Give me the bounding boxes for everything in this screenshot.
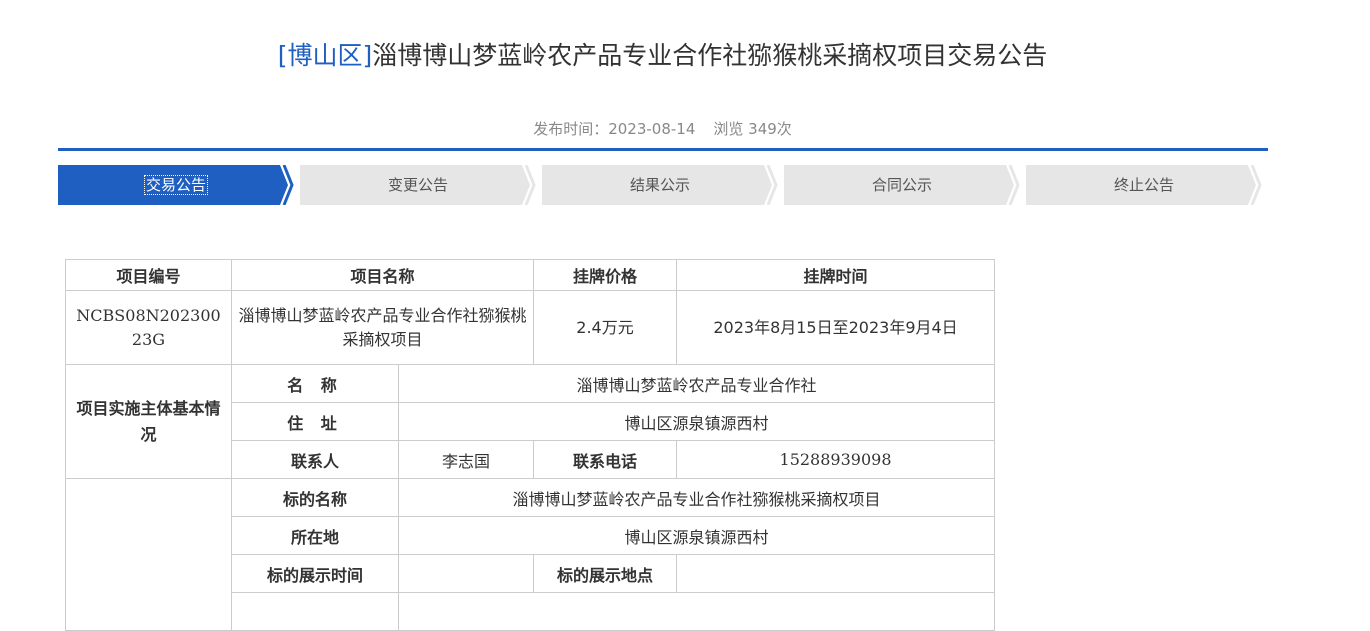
announcement-title: 淄博博山梦蓝岭农产品专业合作社猕猴桃采摘权项目交易公告 bbox=[372, 41, 1048, 70]
target-location-label: 所在地 bbox=[231, 516, 399, 555]
table-cell bbox=[231, 592, 399, 631]
entity-address: 博山区源泉镇源西村 bbox=[397, 402, 996, 441]
table-cell bbox=[397, 592, 996, 631]
table-row: 项目实施主体基本情况 名 称 淄博博山梦蓝岭农产品专业合作社 bbox=[65, 364, 996, 479]
table-header-row: 项目编号 项目名称 挂牌价格 挂牌时间 bbox=[65, 259, 996, 291]
target-section-label bbox=[65, 478, 232, 631]
step-label: 终止公告 bbox=[1113, 176, 1174, 194]
header-list-time: 挂牌时间 bbox=[676, 259, 996, 291]
step-tab-contract-notice[interactable]: 合同公示 bbox=[784, 165, 1020, 205]
step-tab-change-notice[interactable]: 变更公告 bbox=[300, 165, 536, 205]
step-tab-result-notice[interactable]: 结果公示 bbox=[542, 165, 778, 205]
show-place-label: 标的展示地点 bbox=[533, 554, 678, 593]
project-name: 淄博博山梦蓝岭农产品专业合作社猕猴桃采摘权项目 bbox=[230, 290, 535, 365]
table-row: NCBS08N20230023G 淄博博山梦蓝岭农产品专业合作社猕猴桃采摘权项目… bbox=[65, 290, 996, 365]
header-project-name: 项目名称 bbox=[230, 259, 535, 291]
target-name-label: 标的名称 bbox=[231, 478, 399, 517]
step-label: 交易公告 bbox=[143, 175, 209, 195]
entity-name: 淄博博山梦蓝岭农产品专业合作社 bbox=[397, 364, 996, 403]
entity-address-label: 住 址 bbox=[231, 402, 399, 441]
step-tab-termination-notice[interactable]: 终止公告 bbox=[1026, 165, 1262, 205]
target-location: 博山区源泉镇源西村 bbox=[397, 516, 996, 555]
list-time: 2023年8月15日至2023年9月4日 bbox=[676, 290, 996, 365]
show-time-label: 标的展示时间 bbox=[231, 554, 399, 593]
entity-name-label: 名 称 bbox=[231, 364, 399, 403]
show-place bbox=[676, 554, 996, 593]
contact-name: 李志国 bbox=[397, 440, 535, 479]
contact-label: 联系人 bbox=[231, 440, 399, 479]
page-title: [博山区]淄博博山梦蓝岭农产品专业合作社猕猴桃采摘权项目交易公告 bbox=[0, 36, 1325, 72]
step-label: 变更公告 bbox=[387, 176, 448, 194]
view-count: 浏览 349次 bbox=[713, 120, 792, 138]
publish-time: 发布时间：2023-08-14 bbox=[533, 120, 696, 138]
district-tag[interactable]: [博山区] bbox=[278, 41, 373, 70]
step-label: 合同公示 bbox=[871, 176, 932, 194]
title-divider bbox=[58, 148, 1268, 151]
list-price: 2.4万元 bbox=[533, 290, 678, 365]
entity-section-label: 项目实施主体基本情况 bbox=[65, 364, 232, 479]
phone-label: 联系电话 bbox=[533, 440, 678, 479]
table-row: 标的名称 淄博博山梦蓝岭农产品专业合作社猕猴桃采摘权项目 bbox=[65, 478, 996, 631]
project-info-table: 项目编号 项目名称 挂牌价格 挂牌时间 NCBS08N20230023G 淄博博… bbox=[65, 259, 996, 631]
contact-phone: 15288939098 bbox=[676, 440, 996, 479]
step-tab-trade-notice[interactable]: 交易公告 bbox=[58, 165, 294, 205]
publish-meta: 发布时间：2023-08-14 浏览 349次 bbox=[0, 118, 1325, 139]
step-label: 结果公示 bbox=[629, 176, 690, 194]
announcement-steps: 交易公告 变更公告 结果公示 合同公示 终止公告 bbox=[58, 165, 1268, 205]
target-name: 淄博博山梦蓝岭农产品专业合作社猕猴桃采摘权项目 bbox=[397, 478, 996, 517]
project-no: NCBS08N20230023G bbox=[65, 290, 232, 365]
header-list-price: 挂牌价格 bbox=[533, 259, 678, 291]
show-time bbox=[397, 554, 535, 593]
header-project-no: 项目编号 bbox=[65, 259, 232, 291]
